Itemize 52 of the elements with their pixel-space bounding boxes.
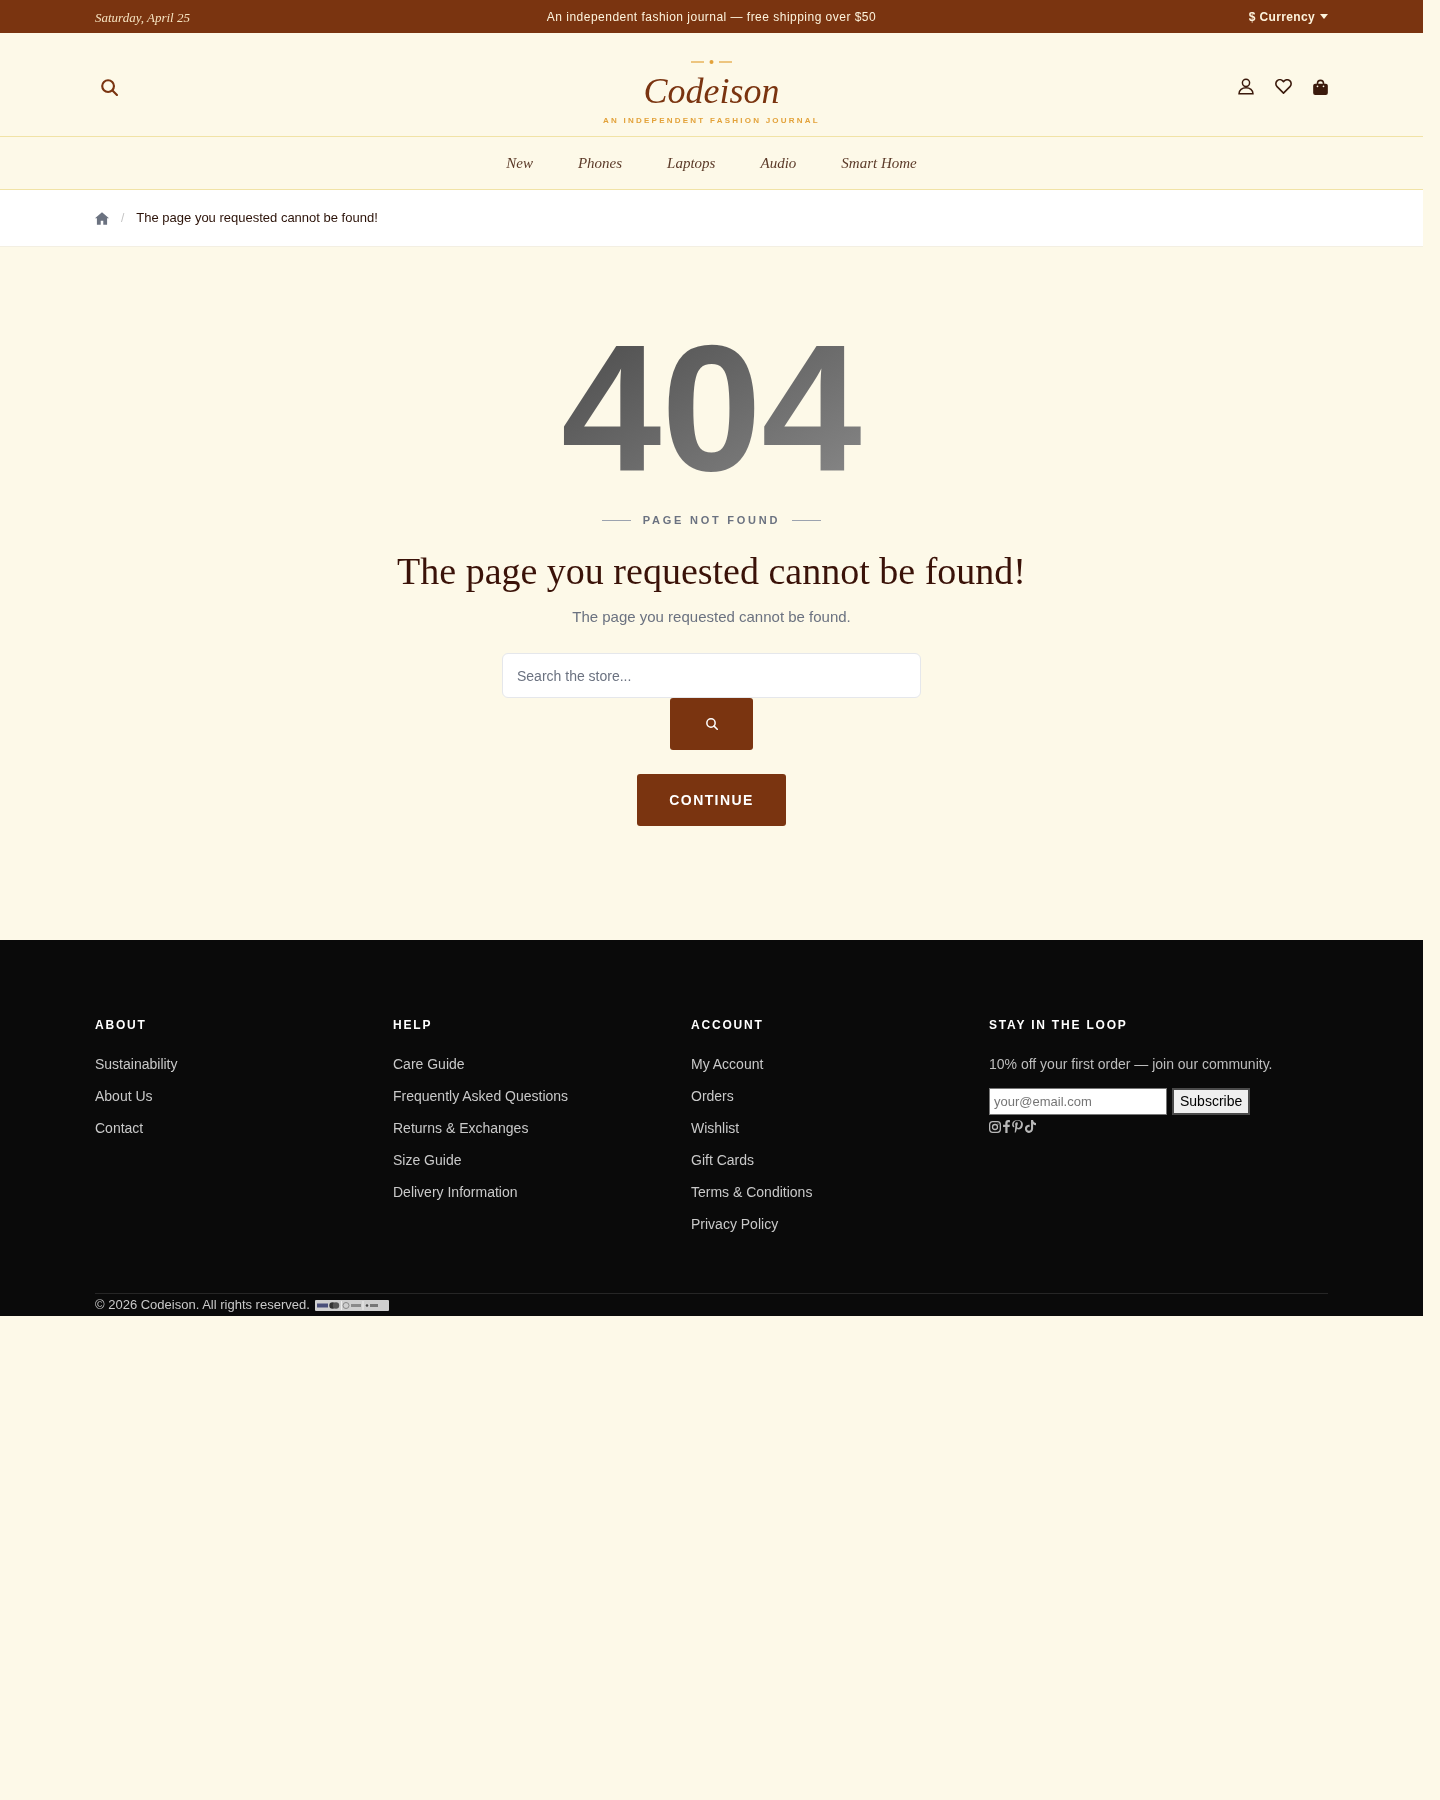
newsletter-text: 10% off your first order — join our community.	[989, 1055, 1274, 1074]
breadcrumb-current: The page you requested cannot be found!	[136, 209, 378, 228]
copyright-text: © 2026 Codeison. All rights reserved.	[95, 1296, 310, 1315]
footer-heading: ABOUT	[95, 1017, 148, 1033]
footer-link[interactable]: Frequently Asked Questions	[393, 1086, 569, 1106]
footer-link[interactable]: Size Guide	[393, 1150, 462, 1170]
tagline-text: AN INDEPENDENT FASHION JOURNAL	[603, 117, 820, 125]
footer-link[interactable]: Sustainability	[95, 1054, 178, 1074]
search-icon	[705, 718, 718, 730]
currency-selector[interactable]: $ Currency	[1248, 7, 1328, 26]
search-button[interactable]	[101, 79, 118, 96]
footer-link[interactable]: Terms & Conditions	[691, 1182, 813, 1202]
footer-link[interactable]: Gift Cards	[691, 1150, 754, 1170]
pinterest-icon[interactable]	[1012, 1120, 1023, 1133]
footer-heading: HELP	[393, 1017, 434, 1033]
nav-link[interactable]: Smart Home	[841, 151, 917, 175]
footer-link[interactable]: About Us	[95, 1086, 153, 1106]
nav-link[interactable]: Laptops	[667, 151, 716, 175]
page-heading: The page you requested cannot be found!	[397, 549, 1026, 594]
footer-link[interactable]: Returns & Exchanges	[393, 1118, 529, 1138]
home-icon[interactable]	[95, 211, 109, 225]
ornament-icon	[691, 60, 732, 64]
announcement-text: An independent fashion journal — free shipping over $50	[546, 8, 877, 26]
footer-link[interactable]: Contact	[95, 1118, 144, 1138]
footer-heading: STAY IN THE LOOP	[989, 1017, 1129, 1033]
footer-link[interactable]: My Account	[691, 1054, 764, 1074]
facebook-icon[interactable]	[1003, 1120, 1010, 1133]
nav-link[interactable]: New	[506, 151, 533, 175]
footer-link[interactable]: Care Guide	[393, 1054, 465, 1074]
nav-link[interactable]: Audio	[760, 151, 797, 175]
footer-link[interactable]: Delivery Information	[393, 1182, 518, 1202]
heart-icon[interactable]	[1275, 79, 1292, 94]
footer-link[interactable]: Orders	[691, 1086, 734, 1106]
footer-link[interactable]: Privacy Policy	[691, 1214, 779, 1234]
subscribe-button[interactable]: Subscribe	[1172, 1088, 1251, 1115]
breadcrumb-separator: /	[121, 210, 125, 227]
user-icon[interactable]	[1238, 78, 1254, 95]
nav-link[interactable]: Phones	[577, 151, 623, 175]
footer-link[interactable]: Wishlist	[691, 1118, 740, 1138]
instagram-icon[interactable]	[989, 1120, 1001, 1133]
error-message: The page you requested cannot be found.	[572, 607, 851, 627]
search-icon	[101, 79, 118, 96]
continue-button[interactable]: CONTINUE	[637, 774, 786, 826]
search-field[interactable]: Search the store...	[502, 653, 921, 698]
caret-icon	[1320, 14, 1328, 19]
eyebrow-text: PAGE NOT FOUND	[642, 513, 781, 528]
logo-text[interactable]: Codeison	[643, 73, 780, 109]
shopping-bag-icon[interactable]	[1313, 78, 1328, 95]
tiktok-icon[interactable]	[1025, 1120, 1036, 1133]
email-field[interactable]: your@email.com	[989, 1088, 1167, 1115]
date-text: Saturday, April 25	[95, 9, 190, 25]
footer-heading: ACCOUNT	[691, 1017, 765, 1033]
